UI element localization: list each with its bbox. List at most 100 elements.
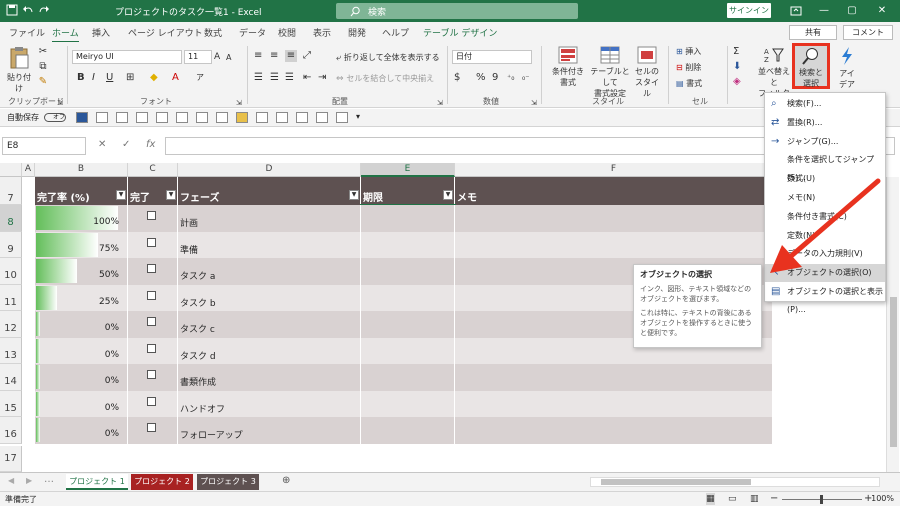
number-format-select[interactable]: 日付 [452,50,532,64]
undo-icon[interactable] [22,4,34,16]
row-header[interactable]: 13 [0,337,22,364]
table-icon[interactable] [116,112,128,123]
tab-formulas[interactable]: 数式 [204,26,222,39]
clipboard-launcher-icon[interactable]: ⇲ [57,97,63,109]
due-cell[interactable] [361,205,455,232]
memo-cell[interactable] [455,205,773,232]
row-header[interactable]: 12 [0,311,22,338]
orientation-icon[interactable]: ⤢ [303,50,311,62]
grid-icon[interactable] [136,112,148,123]
autosave-icon[interactable] [6,4,18,16]
borders-icon[interactable] [176,112,188,123]
zoom-level[interactable]: 100% [871,494,894,503]
progress-cell[interactable]: 50% [35,258,128,285]
align-left-icon[interactable]: ☰ [254,72,263,84]
done-checkbox[interactable] [147,423,156,432]
tab-home[interactable]: ホーム [52,26,79,43]
shrink-font-icon[interactable]: A [226,52,231,64]
pages-icon[interactable] [296,112,308,123]
autosum-icon[interactable]: Σ [733,46,739,58]
done-checkbox[interactable] [147,370,156,379]
row-header[interactable]: 9 [0,231,22,258]
memo-cell[interactable] [455,390,773,417]
share-button[interactable]: 共有 [789,25,837,40]
due-cell[interactable] [361,231,455,258]
minimize-button[interactable]: — [814,2,834,20]
cancel-icon[interactable]: ✕ [98,139,106,150]
redo-icon[interactable] [38,4,50,16]
progress-cell[interactable]: 75% [35,231,128,258]
phase-cell[interactable]: タスク a [178,258,361,285]
progress-cell[interactable]: 100% [35,205,128,232]
menu-item[interactable]: ⌕ 検索(F)... [765,95,885,113]
comma-button[interactable]: 9 [492,72,498,84]
fill-icon[interactable]: ⬇ [733,61,741,73]
comment-button[interactable]: コメント [843,25,893,40]
row-header[interactable]: 17 [0,446,22,472]
due-cell[interactable] [361,364,455,391]
menu-item[interactable]: ⇄ 置換(R)... [765,114,885,132]
column-header-c[interactable]: C [128,163,178,177]
tab-table-design[interactable]: テーブル デザイン [423,26,497,39]
sheet-icon[interactable] [276,112,288,123]
done-checkbox[interactable] [147,396,156,406]
layout-icon[interactable] [156,112,168,123]
customize-icon[interactable]: ▾ [356,112,368,123]
memo-cell[interactable] [455,231,773,258]
done-cell[interactable] [128,311,178,338]
done-cell[interactable] [128,364,178,391]
due-cell[interactable] [361,284,455,311]
align-top-icon[interactable]: ≡ [254,50,262,62]
done-cell[interactable] [128,417,178,444]
scrollbar-thumb[interactable] [601,479,751,485]
indent-increase-icon[interactable]: ⇥ [318,72,326,84]
page-layout-icon[interactable]: ▭ [728,493,737,505]
font-size-select[interactable]: 11 [184,50,212,64]
sheet-tab-project-1[interactable]: プロジェクト 1 [66,474,128,490]
format-as-table-button[interactable]: テーブルとして 書式設定 [588,46,632,99]
phase-cell[interactable]: 計画 [178,205,361,232]
tab-data[interactable]: データ [239,26,266,39]
align-bottom-icon[interactable]: ≡ [285,50,297,62]
progress-cell[interactable]: 0% [35,364,128,391]
zoom-slider-thumb[interactable] [820,495,823,504]
memo-cell[interactable] [455,417,773,444]
due-cell[interactable] [361,417,455,444]
done-checkbox[interactable] [147,290,156,300]
wrap-text-button[interactable]: ⤶ 折り返して全体を表示する [336,52,440,63]
done-checkbox[interactable] [147,264,156,273]
tab-review[interactable]: 校閲 [278,26,296,39]
row-header[interactable]: 7 [0,177,22,205]
phase-cell[interactable]: タスク c [178,311,361,338]
phase-cell[interactable]: タスク d [178,337,361,364]
cut-icon[interactable]: ✂ [37,46,49,58]
font-color-icon[interactable]: A [172,72,179,84]
filter-dropdown-icon[interactable]: ▼ [116,190,126,200]
phase-cell[interactable]: 準備 [178,231,361,258]
search-box[interactable]: 検索 [336,3,578,19]
memo-cell[interactable] [455,364,773,391]
cell-styles-button[interactable]: セルの スタイル [632,46,662,99]
save-icon[interactable] [76,112,88,123]
done-cell[interactable] [128,284,178,311]
select-all-corner[interactable] [0,163,22,177]
row-header[interactable]: 10 [0,258,22,285]
column-header-e[interactable]: E [361,163,455,177]
row-header[interactable]: 16 [0,417,22,444]
decrease-decimal-icon[interactable]: ₀⁻ [522,72,529,84]
conditional-format-button[interactable]: 条件付き 書式 [548,46,588,88]
due-cell[interactable] [361,337,455,364]
column-header-b[interactable]: B [35,163,128,177]
tab-developer[interactable]: 開発 [348,26,366,39]
copy-icon[interactable]: ⧉ [37,61,49,73]
phonetic-icon[interactable]: ア [196,72,204,84]
normal-view-icon[interactable]: ▦ [706,493,715,505]
ribbon-display-icon[interactable] [786,2,806,20]
font-launcher-icon[interactable]: ⇲ [236,97,242,109]
cells-icon[interactable] [196,112,208,123]
next-sheet-icon[interactable]: ▶ [26,475,32,487]
row-header[interactable]: 14 [0,364,22,391]
align-center-icon[interactable]: ☰ [270,72,279,84]
horizontal-scrollbar[interactable] [590,477,880,487]
fill-color-icon[interactable]: ◆ [150,72,158,84]
